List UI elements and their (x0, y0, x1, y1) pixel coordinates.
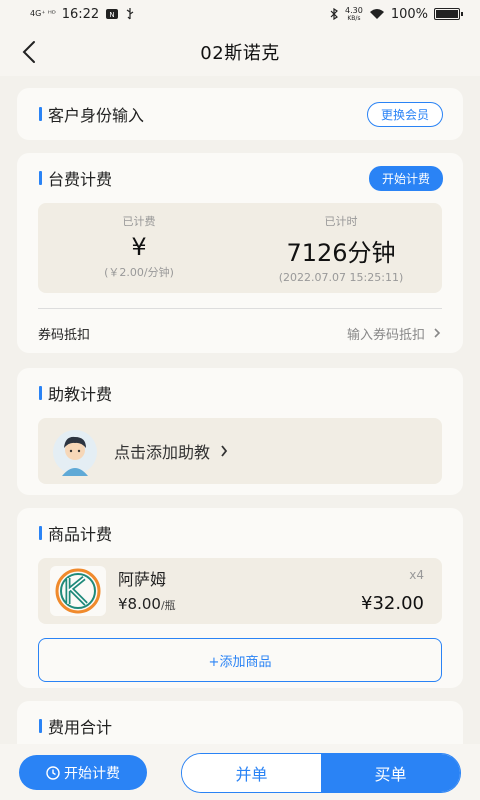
add-coach-label: 点击添加助教 (114, 443, 211, 462)
start-billing-button[interactable]: 开始计费 (368, 165, 443, 191)
table-fee-card: 台费计费 开始计费 已计费 ¥ (￥2.00/分钟) 已计时 7126分钟 (2… (17, 153, 463, 353)
total-title: 费用合计 (39, 714, 112, 738)
rate-text: (￥2.00/分钟) (104, 266, 174, 279)
usb-icon (126, 8, 134, 20)
svg-text:N: N (110, 11, 115, 19)
timed-label: 已计时 (324, 215, 358, 228)
coupon-placeholder: 输入券码抵扣 (346, 327, 425, 343)
customer-title: 客户身份输入 (39, 102, 144, 126)
customer-card: 客户身份输入 更换会员 (17, 88, 463, 140)
order-actions: 并单 买单 (181, 753, 461, 793)
switch-member-button[interactable]: 更换会员 (366, 101, 443, 127)
total-card: 费用合计 (17, 701, 463, 744)
coupon-input-link[interactable]: 输入券码抵扣 (347, 324, 441, 343)
main-scroll[interactable]: 客户身份输入 更换会员 台费计费 开始计费 已计费 ¥ (￥2.00/分钟) 已… (0, 76, 480, 744)
checkout-button[interactable]: 买单 (321, 754, 460, 792)
signal-indicator: 4G⁺ ᴴᴰ (30, 9, 56, 18)
notification-icon: N (106, 9, 119, 19)
battery-percent: 100% (390, 6, 428, 22)
clock-icon (46, 765, 60, 780)
table-fee-title: 台费计费 (39, 166, 112, 190)
goods-item[interactable]: 阿萨姆 ¥8.00/瓶 x4 ¥32.00 (38, 558, 442, 624)
add-coach-button[interactable]: 点击添加助教 (38, 418, 442, 484)
coach-card: 助教计费 点击添加助教 (17, 368, 463, 495)
goods-price: ¥8.00/瓶 (118, 595, 176, 613)
goods-title: 商品计费 (39, 521, 112, 545)
network-speed: 4.30 KB/s (345, 5, 363, 22)
start-billing-bottom-label: 开始计费 (64, 765, 120, 782)
coupon-label: 券码抵扣 (38, 327, 91, 343)
goods-price-value: ¥8.00 (118, 595, 161, 613)
coupon-row: 券码抵扣 输入券码抵扣 (17, 309, 463, 357)
fee-summary: 已计费 ¥ (￥2.00/分钟) 已计时 7126分钟 (2022.07.07 … (38, 203, 442, 293)
start-billing-bottom-button[interactable]: 开始计费 (19, 755, 147, 790)
bluetooth-icon (330, 8, 338, 20)
goods-name: 阿萨姆 (118, 570, 167, 589)
charged-value: ¥ (131, 233, 147, 261)
goods-total: ¥32.00 (361, 593, 424, 614)
start-time: (2022.07.07 15:25:11) (278, 271, 404, 284)
status-time: 16:22 (61, 6, 100, 22)
status-bar: 4G⁺ ᴴᴰ 16:22 N 4.30 KB/s 100% (0, 0, 480, 28)
goods-unit: /瓶 (160, 599, 176, 612)
battery-icon (434, 8, 463, 20)
bottom-bar: 开始计费 并单 买单 (0, 744, 480, 800)
back-arrow-icon[interactable] (18, 38, 42, 66)
add-goods-button[interactable]: +添加商品 (38, 638, 442, 682)
coach-title: 助教计费 (39, 381, 112, 405)
merge-order-button[interactable]: 并单 (182, 754, 321, 792)
goods-card: 商品计费 阿萨姆 ¥8.00/瓶 x4 ¥32.00 +添加商品 (17, 508, 463, 688)
nav-bar: 02斯诺克 (0, 28, 480, 76)
wifi-icon (369, 9, 384, 19)
coach-avatar-icon (53, 430, 97, 476)
speed-value: 4.30 (345, 5, 363, 15)
timed-value: 7126分钟 (286, 239, 396, 267)
goods-quantity: x4 (409, 568, 424, 582)
chevron-right-icon (434, 328, 441, 338)
page-title: 02斯诺克 (200, 43, 280, 64)
product-logo-icon (50, 566, 106, 616)
charged-label: 已计费 (122, 215, 156, 228)
chevron-right-icon (221, 445, 228, 457)
speed-unit: KB/s (347, 14, 361, 22)
